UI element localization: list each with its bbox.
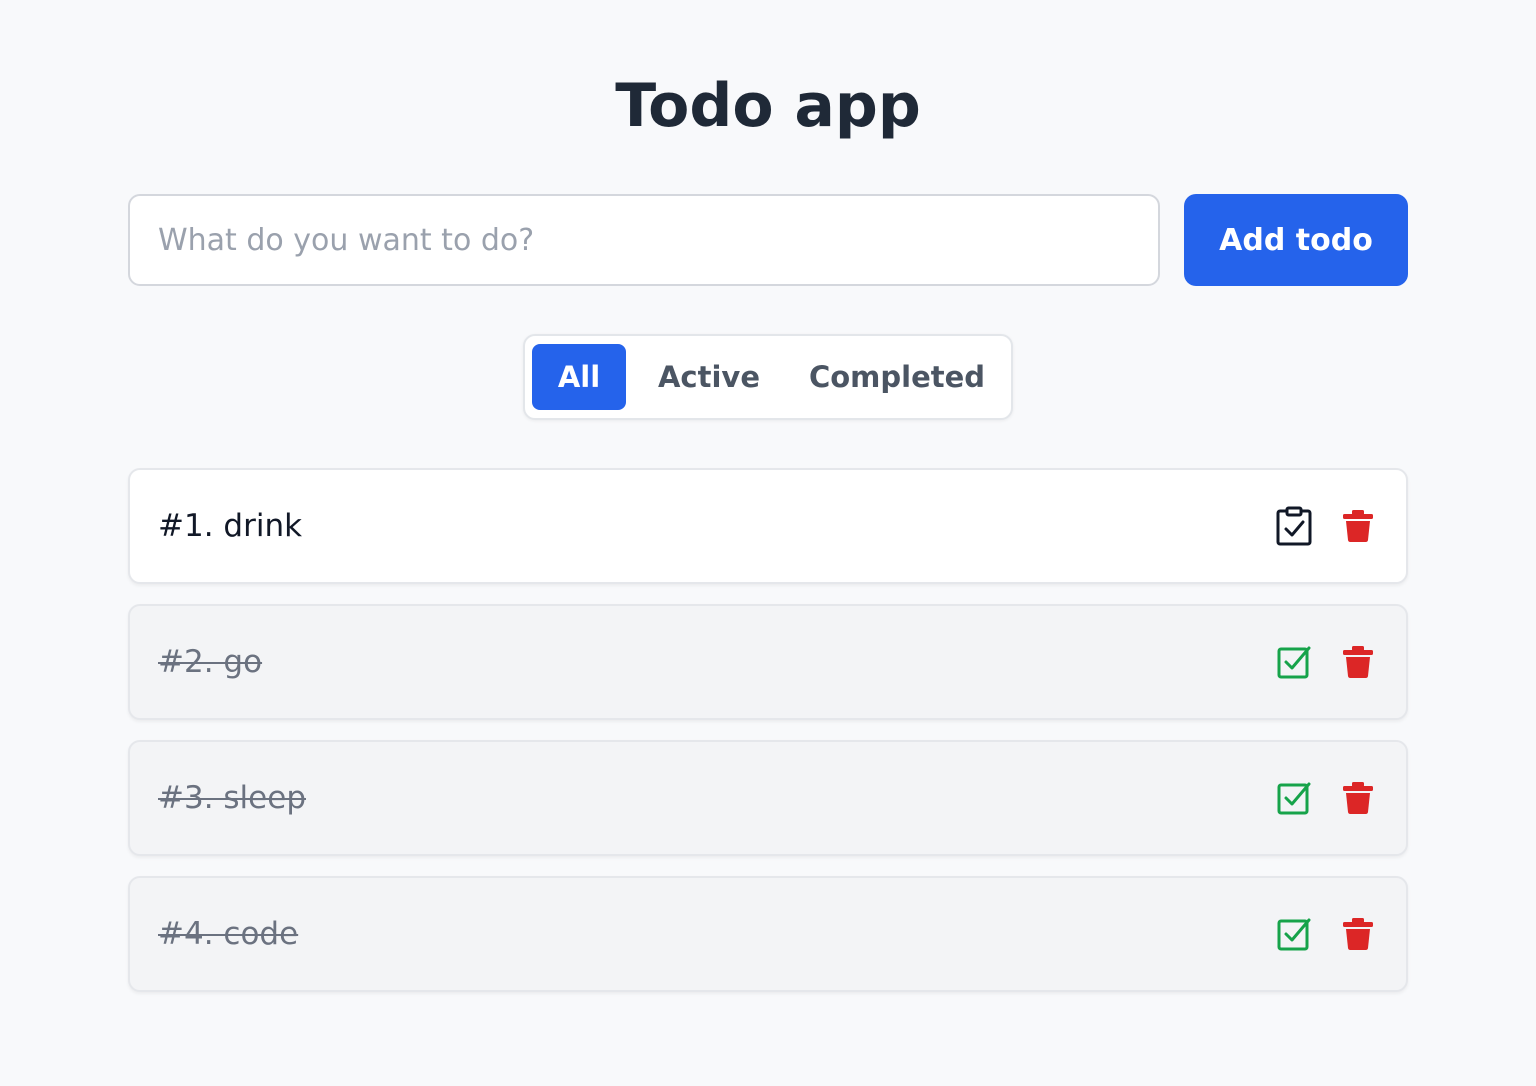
trash-icon[interactable] [1336, 640, 1380, 684]
trash-icon[interactable] [1336, 776, 1380, 820]
todo-item: #4. code [128, 876, 1408, 992]
trash-icon[interactable] [1336, 912, 1380, 956]
filter-active-button[interactable]: Active [641, 344, 777, 410]
add-todo-button[interactable]: Add todo [1184, 194, 1408, 286]
todo-item: #1. drink [128, 468, 1408, 584]
todo-text: #3. sleep [158, 780, 306, 816]
filter-tabs: All Active Completed [523, 334, 1013, 420]
todo-item: #2. go [128, 604, 1408, 720]
filter-completed-button[interactable]: Completed [797, 344, 997, 410]
clipboard-check-icon[interactable] [1272, 504, 1316, 548]
todo-text: #1. drink [158, 508, 303, 544]
todo-text: #4. code [158, 916, 299, 952]
new-todo-input[interactable] [128, 194, 1160, 286]
checkbox-checked-icon[interactable] [1272, 640, 1316, 684]
checkbox-checked-icon[interactable] [1272, 912, 1316, 956]
filter-all-button[interactable]: All [532, 344, 626, 410]
todo-item: #3. sleep [128, 740, 1408, 856]
trash-icon[interactable] [1336, 504, 1380, 548]
page-title: Todo app [615, 71, 921, 141]
todo-text: #2. go [158, 644, 263, 680]
checkbox-checked-icon[interactable] [1272, 776, 1316, 820]
